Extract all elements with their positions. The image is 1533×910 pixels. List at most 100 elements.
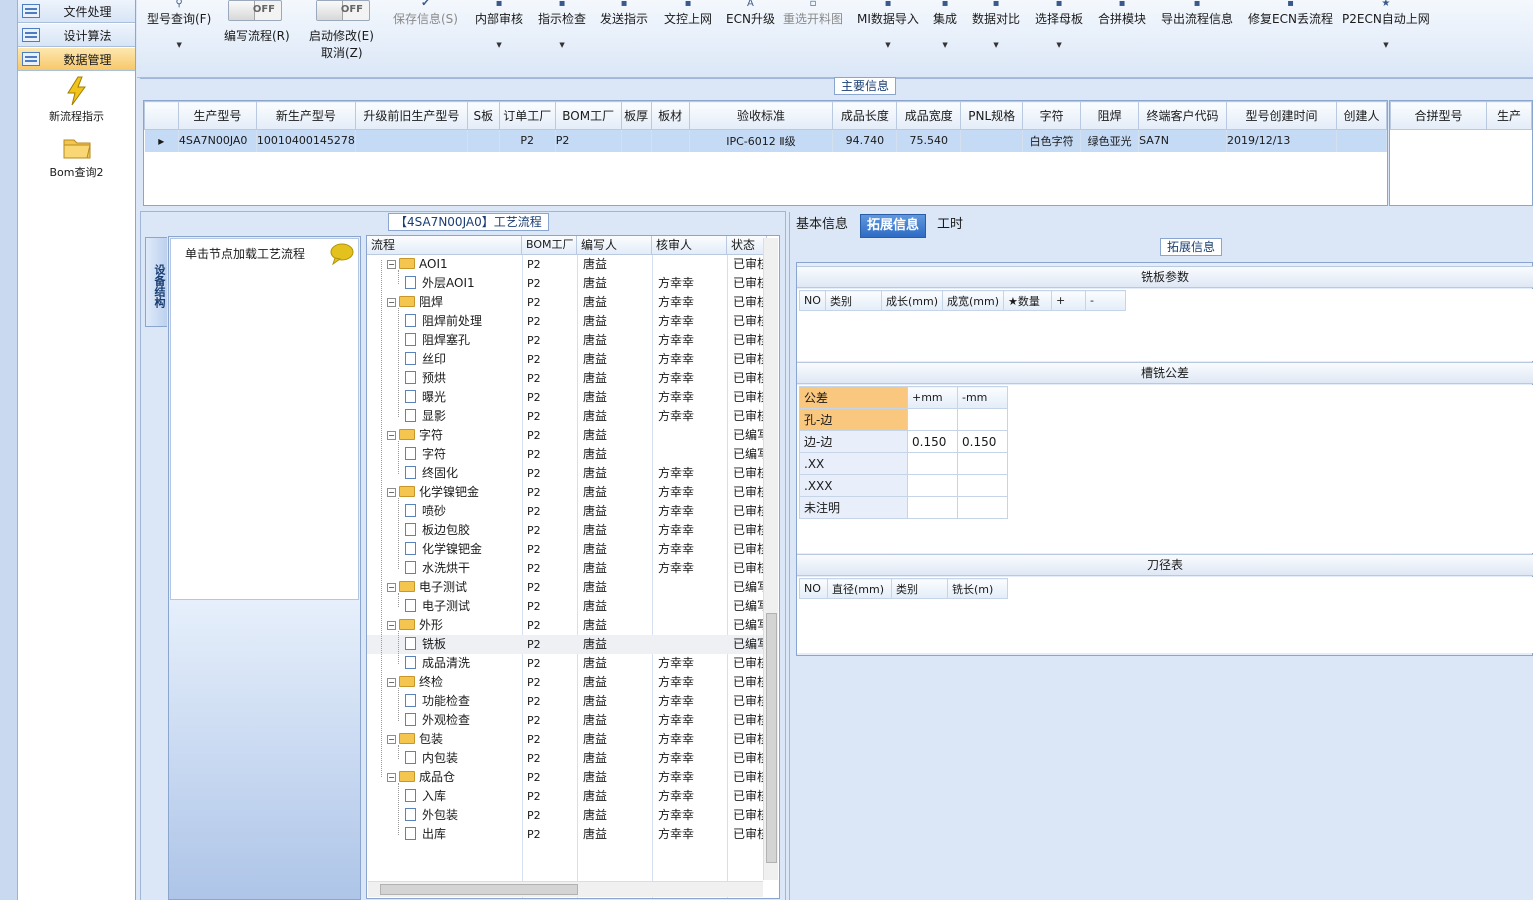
tree-row[interactable]: 外层AOI1 P2 唐益 方幸幸 已审核 (367, 274, 765, 293)
nav-item-data[interactable]: 数据管理 (18, 48, 135, 71)
tree-row[interactable]: 曝光 P2 唐益 方幸幸 已审核 (367, 388, 765, 407)
col-main-4[interactable]: 订单工厂 (498, 101, 556, 130)
tree-row[interactable]: 阻焊塞孔 P2 唐益 方幸幸 已审核 (367, 331, 765, 350)
collapse-icon[interactable]: − (387, 298, 396, 307)
collapse-icon[interactable]: − (387, 431, 396, 440)
nav-item-file[interactable]: 文件处理 (18, 0, 135, 23)
tree-row[interactable]: 丝印 P2 唐益 方幸幸 已审核 (367, 350, 765, 369)
main-cell-10[interactable]: 75.540 (896, 129, 962, 152)
tol-col-2[interactable]: -mm (957, 386, 1008, 409)
send-instruction-button[interactable]: ▪ 发送指示 (600, 0, 648, 27)
fix-ecn-button[interactable]: ▪ 修复ECN丢流程 (1248, 0, 1333, 27)
tol-cell[interactable] (907, 496, 958, 519)
tree-row[interactable]: 内包装 P2 唐益 方幸幸 已审核 (367, 749, 765, 768)
tree-row[interactable]: − 外形 P2 唐益 已编写 (367, 616, 765, 635)
side-tab-structure[interactable]: 设备结构 (145, 237, 167, 327)
col-main-12[interactable]: 字符 (1022, 101, 1082, 130)
main-cell-14[interactable]: SA7N (1138, 129, 1228, 152)
reselect-cutting-button[interactable]: ▫ 重选开料图 (783, 0, 843, 27)
process-horizontal-scrollbar[interactable] (368, 881, 763, 897)
scroll-thumb[interactable] (766, 613, 777, 863)
tree-row[interactable]: 电子测试 P2 唐益 已编写 (367, 597, 765, 616)
write-flow-toggle[interactable]: OFF (228, 0, 282, 21)
tree-row[interactable]: 化学镍钯金 P2 唐益 方幸幸 已审核 (367, 540, 765, 559)
tree-row[interactable]: − 化学镍钯金 P2 唐益 方幸幸 已审核 (367, 483, 765, 502)
tree-row[interactable]: − 包装 P2 唐益 方幸幸 已审核 (367, 730, 765, 749)
tree-row[interactable]: 铣板 P2 唐益 已编写 (367, 635, 765, 654)
main-cell-16[interactable] (1336, 129, 1388, 152)
col-main-5[interactable]: BOM工厂 (554, 101, 622, 130)
col-main-9[interactable]: 成品长度 (832, 101, 898, 130)
col-main-14[interactable]: 终端客户代码 (1138, 101, 1228, 130)
tree-row[interactable]: 水洗烘干 P2 唐益 方幸幸 已审核 (367, 559, 765, 578)
col-main-3[interactable]: S板 (466, 101, 500, 130)
col-main-6[interactable]: 板厚 (620, 101, 652, 130)
process-vertical-scrollbar[interactable] (763, 238, 778, 880)
col-main-13[interactable]: 阻焊 (1080, 101, 1140, 130)
mi-import-button[interactable]: ▪ MI数据导入 ▼ (857, 0, 919, 49)
model-query-button[interactable]: ⚲ 型号查询(F) ▼ (147, 0, 211, 49)
main-cell-7[interactable] (651, 129, 690, 152)
nav-item-design[interactable]: 设计算法 (18, 24, 135, 47)
col-main-2[interactable]: 升级前旧生产型号 (354, 101, 468, 130)
data-compare-button[interactable]: ▪ 数据对比 ▼ (972, 0, 1020, 49)
main-cell-8[interactable]: IPC-6012 Ⅱ级 (689, 129, 834, 152)
doc-online-button[interactable]: ▪ 文控上网 (664, 0, 712, 27)
tree-row[interactable]: 入库 P2 唐益 方幸幸 已审核 (367, 787, 765, 806)
tool-col-3[interactable]: 铣长(m) (947, 578, 1008, 599)
tol-cell[interactable] (957, 452, 1008, 475)
merge-module-button[interactable]: ▪ 合拼模块 (1098, 0, 1146, 27)
main-cell-13[interactable]: 绿色亚光 (1080, 129, 1140, 152)
tab-work-hours[interactable]: 工时 (931, 214, 969, 238)
export-flow-button[interactable]: ▪ 导出流程信息 (1161, 0, 1233, 27)
main-cell-9[interactable]: 94.740 (832, 129, 898, 152)
col-main-11[interactable]: PNL规格 (960, 101, 1024, 130)
main-cell-1[interactable]: 10010400145278 (256, 129, 356, 152)
mill-col-3[interactable]: 成宽(mm) (942, 290, 1005, 311)
collapse-icon[interactable]: − (387, 260, 396, 269)
tool-col-1[interactable]: 直径(mm) (827, 578, 892, 599)
tree-row[interactable]: 外包装 P2 唐益 方幸幸 已审核 (367, 806, 765, 825)
tree-row[interactable]: 功能检查 P2 唐益 方幸幸 已审核 (367, 692, 765, 711)
tol-cell[interactable] (957, 496, 1008, 519)
structure-tree[interactable]: 单击节点加载工艺流程 (170, 238, 359, 600)
main-cell-15[interactable]: 2019/12/13 (1226, 129, 1337, 152)
tree-row[interactable]: 成品清洗 P2 唐益 方幸幸 已审核 (367, 654, 765, 673)
col-main-16[interactable]: 创建人 (1335, 101, 1388, 130)
tol-cell[interactable]: 0.150 (907, 430, 958, 453)
col-main-10[interactable]: 成品宽度 (896, 101, 962, 130)
collapse-icon[interactable]: − (387, 621, 396, 630)
tol-col-0[interactable]: 公差 (799, 386, 908, 409)
tol-cell[interactable] (907, 474, 958, 497)
col-main-15[interactable]: 型号创建时间 (1226, 101, 1337, 130)
bom-query-shortcut[interactable]: Bom查询2 (18, 132, 135, 180)
ecn-upgrade-button[interactable]: A ECN升级 (726, 0, 775, 27)
tree-row[interactable]: 板边包胶 P2 唐益 方幸幸 已审核 (367, 521, 765, 540)
instruction-check-button[interactable]: ▪ 指示检查 ▼ (538, 0, 586, 49)
tree-row[interactable]: − AOI1 P2 唐益 已审核 (367, 255, 765, 274)
mill-col-1[interactable]: 类别 (825, 290, 882, 311)
collapse-icon[interactable]: − (387, 735, 396, 744)
mill-col-6[interactable]: - (1085, 290, 1127, 311)
tree-row[interactable]: − 终检 P2 唐益 方幸幸 已审核 (367, 673, 765, 692)
tol-cell[interactable] (957, 474, 1008, 497)
tree-row[interactable]: 字符 P2 唐益 已编写 (367, 445, 765, 464)
p2ecn-online-button[interactable]: ★ P2ECN自动上网 ▼ (1342, 0, 1430, 49)
select-motherboard-button[interactable]: ▪ 选择母板 ▼ (1035, 0, 1083, 49)
col-merge-model[interactable]: 合拼型号 (1390, 101, 1487, 130)
collapse-icon[interactable]: − (387, 488, 396, 497)
tol-cell[interactable] (907, 408, 958, 431)
main-cell-5[interactable]: P2 (555, 129, 622, 152)
save-info-button[interactable]: ✔ 保存信息(S) (393, 0, 458, 27)
main-cell-12[interactable]: 白色字符 (1022, 129, 1082, 152)
scroll-thumb[interactable] (380, 884, 578, 895)
col-main-1[interactable]: 新生产型号 (255, 101, 356, 130)
col-merge-production[interactable]: 生产 (1485, 101, 1533, 130)
main-cell-11[interactable] (960, 129, 1024, 152)
tab-ext-info[interactable]: 拓展信息 (860, 214, 927, 238)
internal-audit-button[interactable]: ▪ 内部审核 ▼ (475, 0, 523, 49)
tree-row[interactable]: 出库 P2 唐益 方幸幸 已审核 (367, 825, 765, 844)
tree-row[interactable]: − 阻焊 P2 唐益 方幸幸 已审核 (367, 293, 765, 312)
tool-col-2[interactable]: 类别 (891, 578, 948, 599)
tree-row[interactable]: 外观检查 P2 唐益 方幸幸 已审核 (367, 711, 765, 730)
